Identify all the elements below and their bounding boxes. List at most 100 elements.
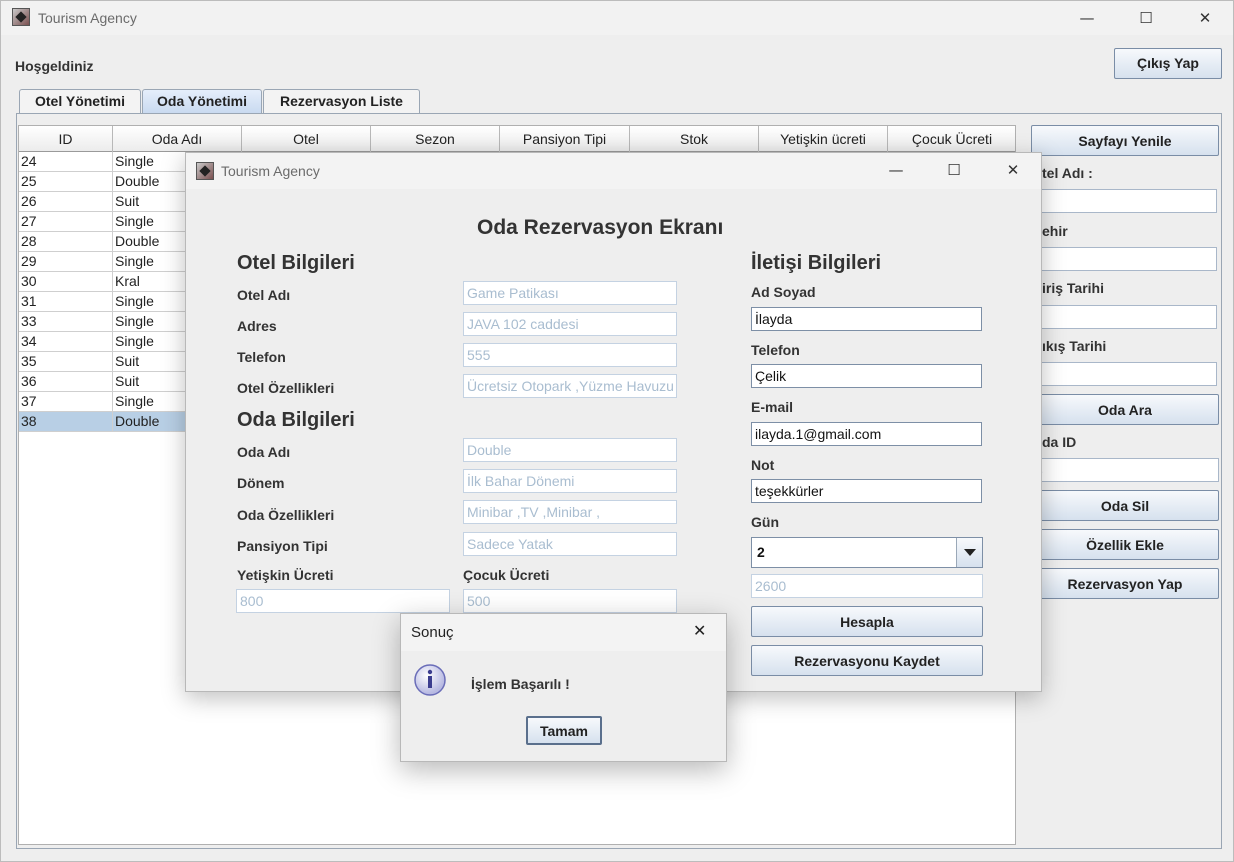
reservation-titlebar[interactable]: Tourism Agency — ☐ ✕ — [186, 153, 1041, 189]
column-stok[interactable]: Stok — [630, 126, 759, 152]
close-icon[interactable]: ✕ — [1182, 5, 1228, 31]
reservation-heading: Oda Rezervasyon Ekranı — [477, 216, 724, 239]
table-cell: 38 — [19, 412, 113, 432]
table-cell: 28 — [19, 232, 113, 252]
reservation-window-title: Tourism Agency — [221, 163, 320, 179]
contact-phone-label: Telefon — [751, 342, 800, 358]
table-cell: 27 — [19, 212, 113, 232]
hotel-info-heading: Otel Bilgileri — [237, 252, 355, 274]
table-cell: 34 — [19, 332, 113, 352]
delete-room-button[interactable]: Oda Sil — [1031, 490, 1219, 521]
tab-oda-yonetimi[interactable]: Oda Yönetimi — [142, 89, 262, 113]
days-label: Gün — [751, 514, 779, 530]
table-cell: 25 — [19, 172, 113, 192]
hotel-phone-field-label: Telefon — [237, 349, 286, 365]
room-features-field[interactable]: Minibar ,TV ,Minibar , — [463, 500, 677, 524]
checkin-date-input[interactable] — [1031, 305, 1217, 329]
hotel-features-field-label: Otel Özellikleri — [237, 380, 335, 396]
table-cell: 35 — [19, 352, 113, 372]
table-cell: 30 — [19, 272, 113, 292]
table-header: ID Oda Adı Otel Sezon Pansiyon Tipi Stok… — [19, 126, 1015, 152]
table-cell: 37 — [19, 392, 113, 412]
app-icon — [12, 8, 30, 26]
column-oda-adi[interactable]: Oda Adı — [113, 126, 242, 152]
make-reservation-button[interactable]: Rezervasyon Yap — [1031, 568, 1219, 599]
table-cell: 36 — [19, 372, 113, 392]
column-cocuk-ucreti[interactable]: Çocuk Ücreti — [888, 126, 1015, 152]
room-features-field-label: Oda Özellikleri — [237, 507, 335, 523]
checkout-date-input[interactable] — [1031, 362, 1217, 386]
room-info-heading: Oda Bilgileri — [237, 409, 355, 431]
checkout-label: ıkış Tarihi — [1042, 338, 1107, 354]
tab-rezervasyon-liste[interactable]: Rezervasyon Liste — [263, 89, 420, 113]
adult-price-field[interactable]: 800 — [236, 589, 450, 613]
result-dialog-close-icon[interactable]: ✕ — [693, 621, 706, 640]
room-id-input[interactable]: 8 — [1031, 458, 1219, 482]
period-field[interactable]: İlk Bahar Dönemi — [463, 469, 677, 493]
column-otel[interactable]: Otel — [242, 126, 371, 152]
address-field-label: Adres — [237, 318, 277, 334]
hotel-name-search-input[interactable] — [1031, 189, 1217, 213]
room-name-field[interactable]: Double — [463, 438, 677, 462]
city-search-input[interactable] — [1031, 247, 1217, 271]
table-cell: 24 — [19, 152, 113, 172]
result-dialog-titlebar[interactable]: Sonuç ✕ — [401, 614, 726, 651]
email-label: E-mail — [751, 399, 794, 415]
result-dialog-title: Sonuç — [411, 624, 454, 641]
reservation-window: Tourism Agency — ☐ ✕ Oda Rezervasyon Ekr… — [185, 152, 1042, 692]
reservation-close-icon[interactable]: ✕ — [990, 157, 1036, 183]
minimize-icon[interactable]: — — [1064, 5, 1110, 31]
calculate-button[interactable]: Hesapla — [751, 606, 983, 637]
checkin-label: iriş Tarihi — [1042, 280, 1104, 296]
table-cell: 31 — [19, 292, 113, 312]
reservation-minimize-icon[interactable]: — — [873, 157, 919, 183]
column-sezon[interactable]: Sezon — [371, 126, 500, 152]
contact-info-heading: İletişi Bilgileri — [751, 252, 882, 274]
add-feature-button[interactable]: Özellik Ekle — [1031, 529, 1219, 560]
contact-phone-input[interactable]: Çelik — [751, 364, 982, 388]
board-type-field[interactable]: Sadece Yatak — [463, 532, 677, 556]
room-name-field-label: Oda Adı — [237, 444, 291, 460]
table-cell: 26 — [19, 192, 113, 212]
days-select-value: 2 — [757, 544, 765, 560]
hotel-name-field-label: Otel Adı — [237, 287, 291, 303]
note-label: Not — [751, 457, 775, 473]
column-id[interactable]: ID — [19, 126, 113, 152]
result-dialog: Sonuç ✕ İşlem Başarılı ! Tamam — [400, 613, 727, 762]
note-input[interactable]: teşekkürler — [751, 479, 982, 503]
logout-button[interactable]: Çıkış Yap — [1114, 48, 1222, 79]
chevron-down-icon[interactable] — [956, 538, 982, 567]
hotel-phone-field[interactable]: 555 — [463, 343, 677, 367]
refresh-button[interactable]: Sayfayı Yenile — [1031, 125, 1219, 156]
child-price-field-label: Çocuk Ücreti — [463, 567, 550, 583]
table-cell: 33 — [19, 312, 113, 332]
days-select[interactable]: 2 — [751, 537, 983, 568]
address-field[interactable]: JAVA 102 caddesi — [463, 312, 677, 336]
hotel-name-label: tel Adı : — [1042, 165, 1093, 181]
main-window-title: Tourism Agency — [38, 10, 137, 26]
hotel-name-field[interactable]: Game Patikası — [463, 281, 677, 305]
column-pansiyon-tipi[interactable]: Pansiyon Tipi — [500, 126, 630, 152]
search-room-button[interactable]: Oda Ara — [1031, 394, 1219, 425]
adult-price-field-label: Yetişkin Ücreti — [237, 567, 334, 583]
main-titlebar[interactable]: Tourism Agency — ☐ ✕ — [1, 1, 1233, 35]
hotel-features-field[interactable]: Ücretsiz Otopark ,Yüzme Havuzu — [463, 374, 677, 398]
reservation-app-icon — [196, 162, 214, 180]
room-id-label: da ID — [1042, 434, 1077, 450]
maximize-icon[interactable]: ☐ — [1123, 5, 1169, 31]
child-price-field[interactable]: 500 — [463, 589, 677, 613]
email-input[interactable]: ilayda.1@gmail.com — [751, 422, 982, 446]
info-icon — [413, 663, 447, 697]
table-cell: 29 — [19, 252, 113, 272]
ok-button[interactable]: Tamam — [526, 716, 602, 745]
reservation-maximize-icon[interactable]: ☐ — [931, 157, 977, 183]
total-price-field[interactable]: 2600 — [751, 574, 983, 598]
city-label: ehir — [1042, 223, 1068, 239]
full-name-input[interactable]: İlayda — [751, 307, 982, 331]
period-field-label: Dönem — [237, 475, 285, 491]
welcome-label: Hoşgeldiniz — [15, 58, 94, 74]
column-yetiskin-ucreti[interactable]: Yetişkin ücreti — [759, 126, 888, 152]
board-type-field-label: Pansiyon Tipi — [237, 538, 328, 554]
tab-otel-yonetimi[interactable]: Otel Yönetimi — [19, 89, 141, 113]
save-reservation-button[interactable]: Rezervasyonu Kaydet — [751, 645, 983, 676]
